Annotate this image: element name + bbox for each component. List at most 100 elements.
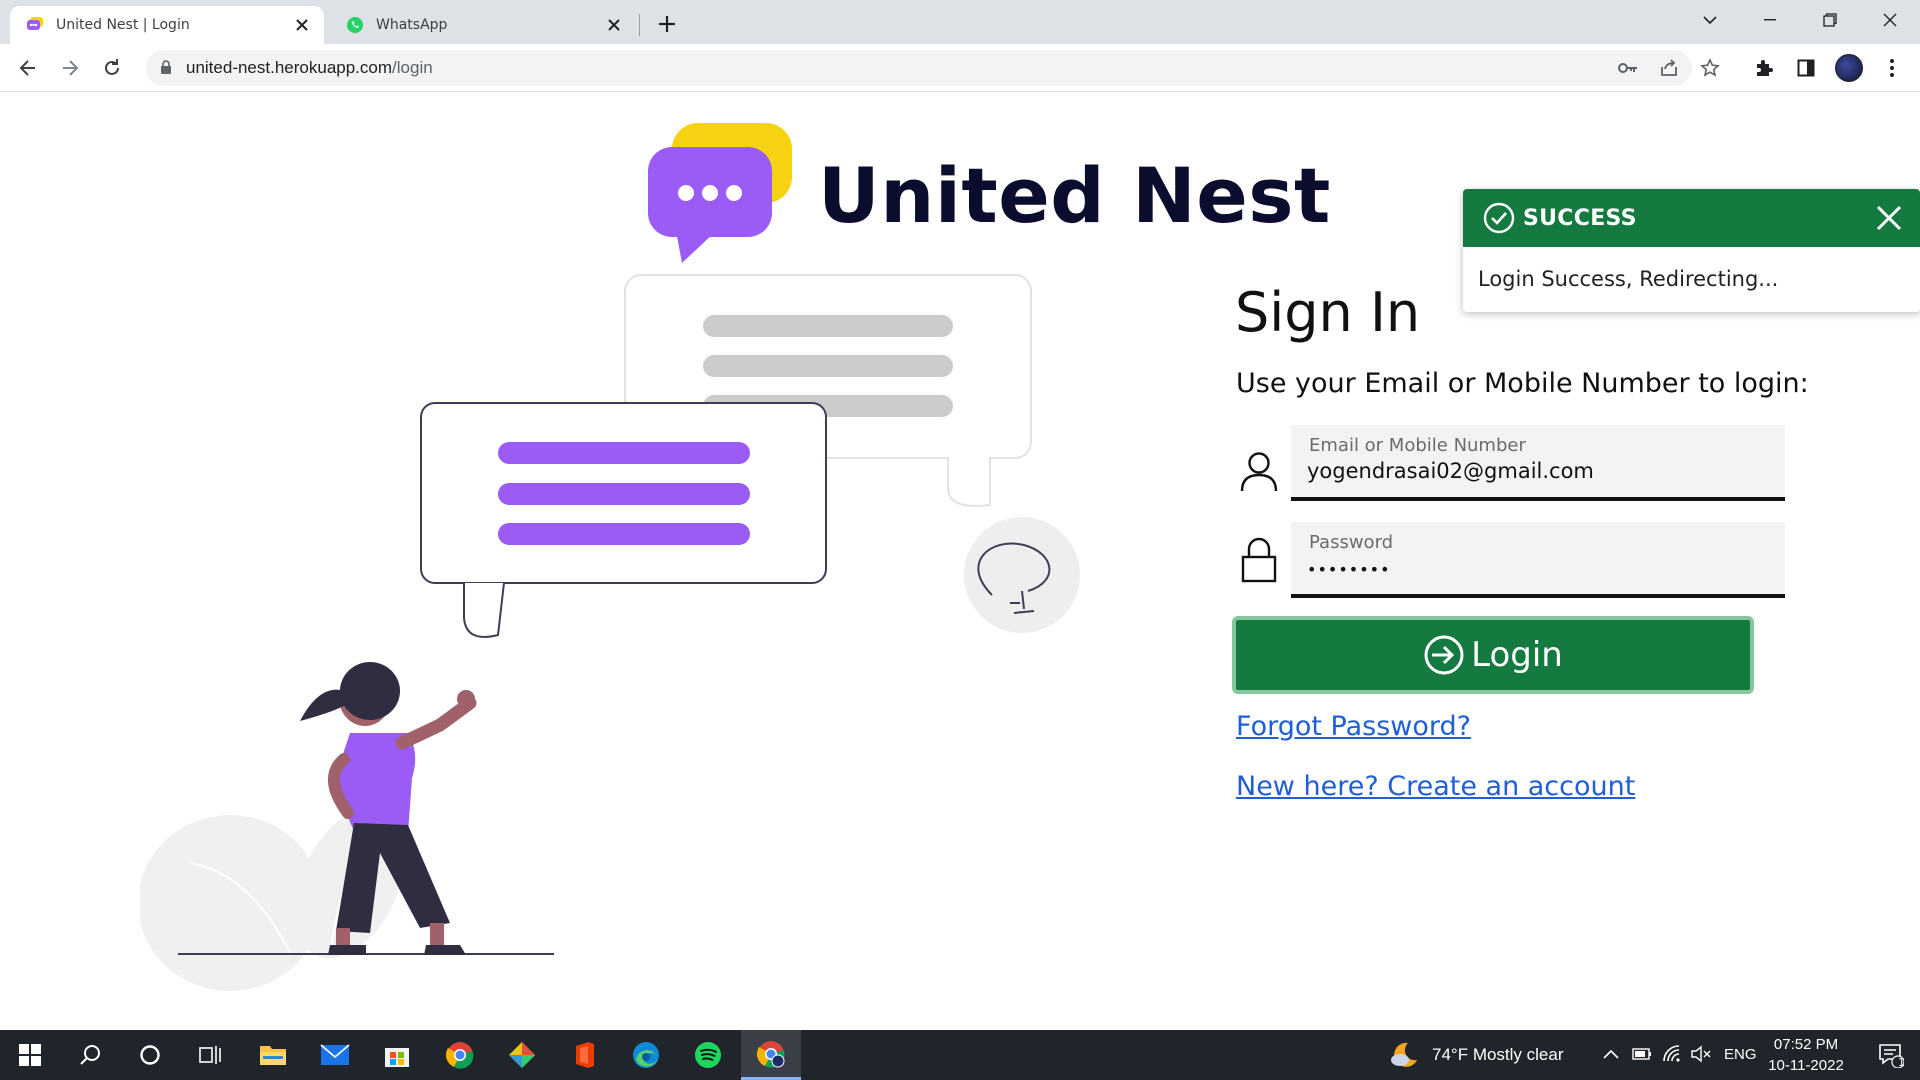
reload-icon [105, 59, 119, 75]
tab-close-icon[interactable] [288, 11, 316, 39]
password-key-button[interactable] [1614, 54, 1642, 82]
chrome-icon [446, 1042, 474, 1069]
puzzle-icon [1757, 60, 1773, 76]
login-button-label: Login [1471, 635, 1563, 675]
volume-muted-icon[interactable] [1690, 1044, 1712, 1064]
close-icon [1883, 13, 1897, 27]
email-field[interactable]: Email or Mobile Number yogendrasai02@gma… [1291, 425, 1785, 501]
tab-close-icon[interactable] [600, 11, 628, 39]
whatsapp-icon [347, 17, 363, 33]
notifications-button[interactable]: 1 [1862, 1030, 1920, 1080]
toast-header: SUCCESS [1463, 189, 1920, 247]
office-icon [576, 1042, 594, 1068]
lock-icon [1241, 537, 1277, 583]
start-button[interactable] [0, 1030, 60, 1080]
united-nest-favicon-icon [27, 17, 43, 30]
new-tab-button[interactable] [652, 9, 682, 39]
toast-close-icon[interactable] [1876, 205, 1902, 231]
restore-icon [1823, 13, 1837, 27]
toast-title: SUCCESS [1523, 205, 1637, 231]
chat-illustration [140, 274, 1080, 991]
tab-search-button[interactable] [1680, 0, 1740, 40]
check-circle-icon [1483, 202, 1515, 234]
key-icon [1618, 63, 1637, 73]
forgot-password-link[interactable]: Forgot Password? [1236, 711, 1471, 742]
tab-whatsapp[interactable]: WhatsApp [330, 6, 636, 44]
clock-date: 10-11-2022 [1768, 1057, 1844, 1074]
united-nest-logo-icon [648, 123, 792, 263]
battery-icon[interactable] [1632, 1047, 1652, 1061]
minimize-button[interactable] [1740, 0, 1800, 40]
store-icon [385, 1048, 409, 1067]
side-panel-button[interactable] [1790, 52, 1822, 84]
back-button[interactable] [12, 52, 44, 84]
task-view-icon [199, 1046, 221, 1064]
tab-united-nest[interactable]: United Nest | Login [10, 6, 324, 44]
email-field-value: yogendrasai02@gmail.com [1307, 459, 1594, 483]
share-icon [1661, 59, 1677, 76]
browser-toolbar: united-nest.herokuapp.com/login [0, 44, 1920, 92]
chrome-active-app[interactable] [741, 1030, 801, 1080]
system-clock[interactable]: 07:52 PM 10-11-2022 [1766, 1034, 1846, 1076]
mail-icon [320, 1044, 350, 1065]
notification-count: 1 [1898, 1056, 1905, 1069]
browser-tab-bar: United Nest | Login WhatsApp [0, 0, 1920, 44]
language-indicator[interactable]: ENG [1724, 1046, 1757, 1063]
plus-icon [659, 16, 675, 32]
bookmark-button[interactable] [1696, 54, 1724, 82]
login-arrow-icon [1423, 634, 1465, 676]
minimize-icon [1764, 19, 1776, 21]
share-button[interactable] [1655, 54, 1683, 82]
chrome-app[interactable] [430, 1030, 490, 1080]
email-field-label: Email or Mobile Number [1309, 435, 1526, 456]
git-app[interactable] [492, 1030, 552, 1080]
password-field-value: •••••••• [1307, 560, 1391, 579]
tab-separator [639, 14, 640, 36]
lock-icon [161, 60, 171, 74]
search-icon [80, 1045, 100, 1065]
create-account-link[interactable]: New here? Create an account [1236, 771, 1635, 802]
page-content: United Nest Sign In Use your Email or Mo… [0, 93, 1920, 1030]
wifi-icon[interactable] [1662, 1044, 1682, 1064]
clock-time: 07:52 PM [1773, 1036, 1839, 1053]
folder-icon [260, 1046, 286, 1065]
weather-moon-icon [1391, 1042, 1417, 1067]
signin-title: Sign In [1235, 281, 1421, 344]
windows-taskbar: 74°F Mostly clear ENG 07:52 PM 10-11-202… [0, 1030, 1920, 1080]
chevron-down-icon [1703, 16, 1717, 25]
side-panel-icon [1797, 59, 1815, 77]
mail-app[interactable] [305, 1030, 365, 1080]
office-app[interactable] [554, 1030, 614, 1080]
restore-button[interactable] [1800, 0, 1860, 40]
login-button[interactable]: Login [1232, 616, 1754, 694]
edge-icon [633, 1042, 659, 1068]
close-window-button[interactable] [1860, 0, 1920, 40]
microsoft-store-app[interactable] [367, 1030, 427, 1080]
reload-button[interactable] [96, 52, 128, 84]
success-toast: SUCCESS Login Success, Redirecting... [1463, 189, 1920, 312]
edge-app[interactable] [616, 1030, 676, 1080]
cortana-circle-icon [140, 1045, 160, 1065]
password-field[interactable]: Password •••••••• [1291, 522, 1785, 598]
url-host: united-nest.herokuapp.com [186, 58, 393, 77]
task-view-button[interactable] [180, 1030, 240, 1080]
extensions-button[interactable] [1748, 52, 1780, 84]
tab-title: WhatsApp [376, 17, 448, 33]
weather-text[interactable]: 74°F Mostly clear [1432, 1045, 1564, 1065]
spotify-app[interactable] [678, 1030, 738, 1080]
git-diamond-icon [509, 1042, 535, 1068]
kebab-menu-icon [1890, 59, 1894, 77]
chrome-profile-icon [757, 1040, 785, 1068]
arrow-left-icon [19, 60, 35, 76]
arrow-right-icon [63, 60, 79, 76]
address-bar[interactable]: united-nest.herokuapp.com/login [146, 50, 1720, 86]
signin-subtitle: Use your Email or Mobile Number to login… [1236, 368, 1809, 399]
forward-button[interactable] [54, 52, 86, 84]
star-icon [1700, 58, 1720, 77]
search-button[interactable] [60, 1030, 120, 1080]
cortana-button[interactable] [120, 1030, 180, 1080]
profile-avatar[interactable] [1835, 54, 1863, 82]
file-explorer-app[interactable] [243, 1030, 303, 1080]
chevron-up-icon[interactable] [1603, 1049, 1619, 1059]
browser-menu-button[interactable] [1876, 52, 1908, 84]
